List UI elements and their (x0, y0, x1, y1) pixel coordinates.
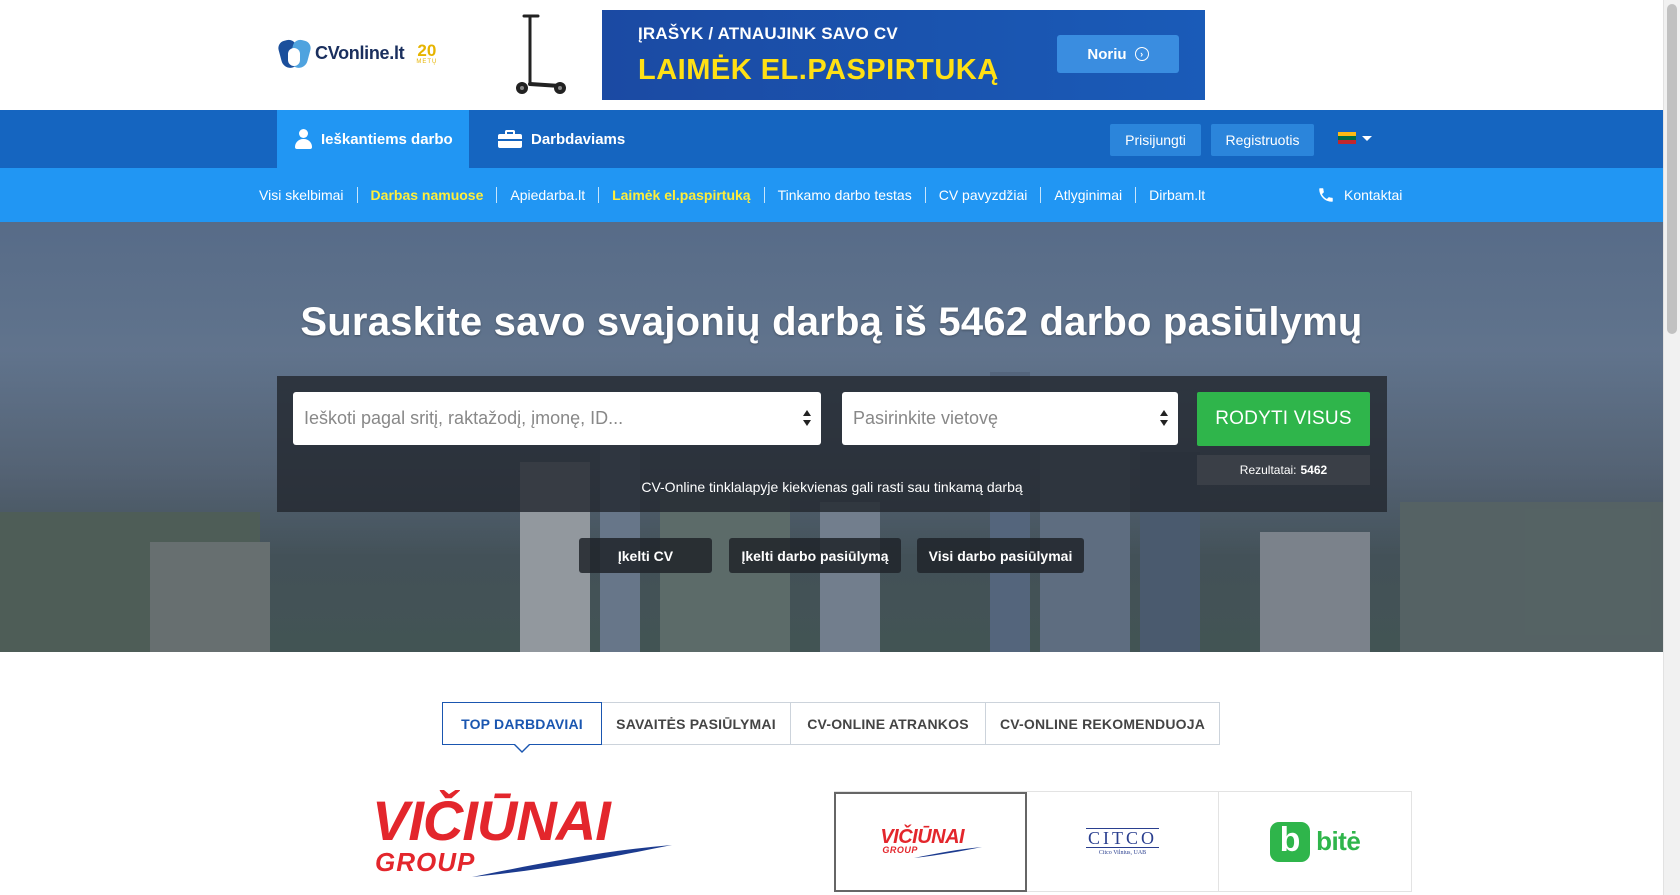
tab-top-employers[interactable]: TOP DARBDAVIAI (442, 702, 602, 753)
hero-title: Suraskite savo svajonių darbą iš 5462 da… (300, 300, 1363, 344)
bite-logo: b bitė (1270, 821, 1361, 862)
user-icon (295, 129, 312, 149)
arrow-circle-icon: › (1134, 47, 1149, 61)
scooter-icon[interactable] (508, 12, 568, 96)
tab-cv-online-recommends[interactable]: CV-ONLINE REKOMENDUOJA (986, 703, 1219, 744)
link-apiedarba[interactable]: Apiedarba.lt (497, 187, 600, 203)
caret-down-icon (1362, 135, 1372, 141)
register-button[interactable]: Registruotis (1211, 124, 1314, 156)
briefcase-icon (498, 130, 522, 148)
logo-mark-icon (276, 36, 313, 70)
citco-logo: CITCO Citco Vilnius, UAB (1086, 827, 1159, 856)
main-nav: Ieškantiems darbo Darbdaviams Prisijungt… (0, 110, 1663, 168)
keyword-search-input[interactable]: Ieškoti pagal sritį, raktažodį, įmonę, I… (293, 392, 821, 445)
scrollbar-thumb[interactable] (1667, 4, 1677, 334)
featured-employer-logo[interactable]: VIČIŪNAI GROUP (372, 793, 674, 877)
login-button[interactable]: Prisijungti (1110, 124, 1201, 156)
site-logo[interactable]: CVonline.lt 20 METŲ (276, 36, 438, 70)
all-jobs-button[interactable]: Visi darbo pasiūlymai (917, 538, 1084, 573)
banner-noriu-button[interactable]: Noriu › (1057, 35, 1179, 73)
tab-cv-online-selections[interactable]: CV-ONLINE ATRANKOS (791, 703, 986, 744)
anniversary-badge: 20 METŲ (416, 40, 438, 65)
link-win-scooter[interactable]: Laimėk el.paspirtuką (599, 187, 765, 203)
link-job-test[interactable]: Tinkamo darbo testas (765, 187, 926, 203)
location-select[interactable]: Pasirinkite vietovę (842, 392, 1178, 445)
tab-job-seekers[interactable]: Ieškantiems darbo (277, 110, 469, 168)
link-cv-examples[interactable]: CV pavyzdžiai (926, 187, 1042, 203)
page-scrollbar[interactable] (1663, 0, 1680, 895)
banner-line-2: LAIMĖK EL.PASPIRTUKĄ (638, 54, 999, 86)
post-job-button[interactable]: Įkelti darbo pasiūlymą (729, 538, 901, 573)
link-work-from-home[interactable]: Darbas namuose (358, 187, 498, 203)
contacts-link[interactable]: Kontaktai (1317, 168, 1402, 222)
upload-cv-button[interactable]: Įkelti CV (579, 538, 712, 573)
employer-bite[interactable]: b bitė (1219, 792, 1413, 892)
hero-section: Suraskite savo svajonių darbą iš 5462 da… (0, 222, 1663, 652)
search-box: Ieškoti pagal sritį, raktažodį, įmonę, I… (277, 376, 1387, 512)
show-all-button[interactable]: RODYTI VISUS (1197, 392, 1370, 446)
link-salaries[interactable]: Atlyginimai (1041, 187, 1137, 203)
employer-citco[interactable]: CITCO Citco Vilnius, UAB (1026, 792, 1220, 892)
header: CVonline.lt 20 METŲ ĮRAŠYK / ATNAUJINK S… (0, 0, 1663, 110)
select-arrows-icon (1160, 410, 1168, 426)
swoosh-icon (472, 845, 672, 877)
promo-banner[interactable]: ĮRAŠYK / ATNAUJINK SAVO CV LAIMĖK EL.PAS… (602, 10, 1205, 100)
search-tagline: CV-Online tinklalapyje kiekvienas gali r… (641, 479, 1023, 495)
tab-employers[interactable]: Darbdaviams (498, 110, 625, 168)
bite-b-icon: b (1270, 821, 1311, 862)
vicunai-logo: VIČIŪNAI GROUP (878, 825, 983, 859)
employer-vicunai[interactable]: VIČIŪNAI GROUP (834, 792, 1027, 892)
tab-weekly-offers[interactable]: SAVAITĖS PASIŪLYMAI (602, 703, 791, 744)
sub-nav: Visi skelbimai Darbas namuose Apiedarba.… (0, 168, 1663, 222)
language-selector[interactable] (1338, 132, 1372, 144)
select-arrows-icon (803, 410, 811, 426)
link-dirbam[interactable]: Dirbam.lt (1136, 187, 1218, 203)
banner-line-1: ĮRAŠYK / ATNAUJINK SAVO CV (638, 24, 898, 43)
employer-grid: VIČIŪNAI GROUP CITCO Citco Vilnius, UAB … (834, 791, 1413, 895)
logo-text: CVonline.lt (315, 42, 405, 63)
page: CVonline.lt 20 METŲ ĮRAŠYK / ATNAUJINK S… (0, 0, 1663, 895)
lithuania-flag-icon (1338, 132, 1356, 144)
phone-icon (1319, 188, 1333, 202)
link-all-ads[interactable]: Visi skelbimai (259, 187, 358, 203)
sub-nav-links: Visi skelbimai Darbas namuose Apiedarba.… (259, 168, 1218, 222)
section-tabs: TOP DARBDAVIAI SAVAITĖS PASIŪLYMAI CV-ON… (442, 702, 1220, 753)
